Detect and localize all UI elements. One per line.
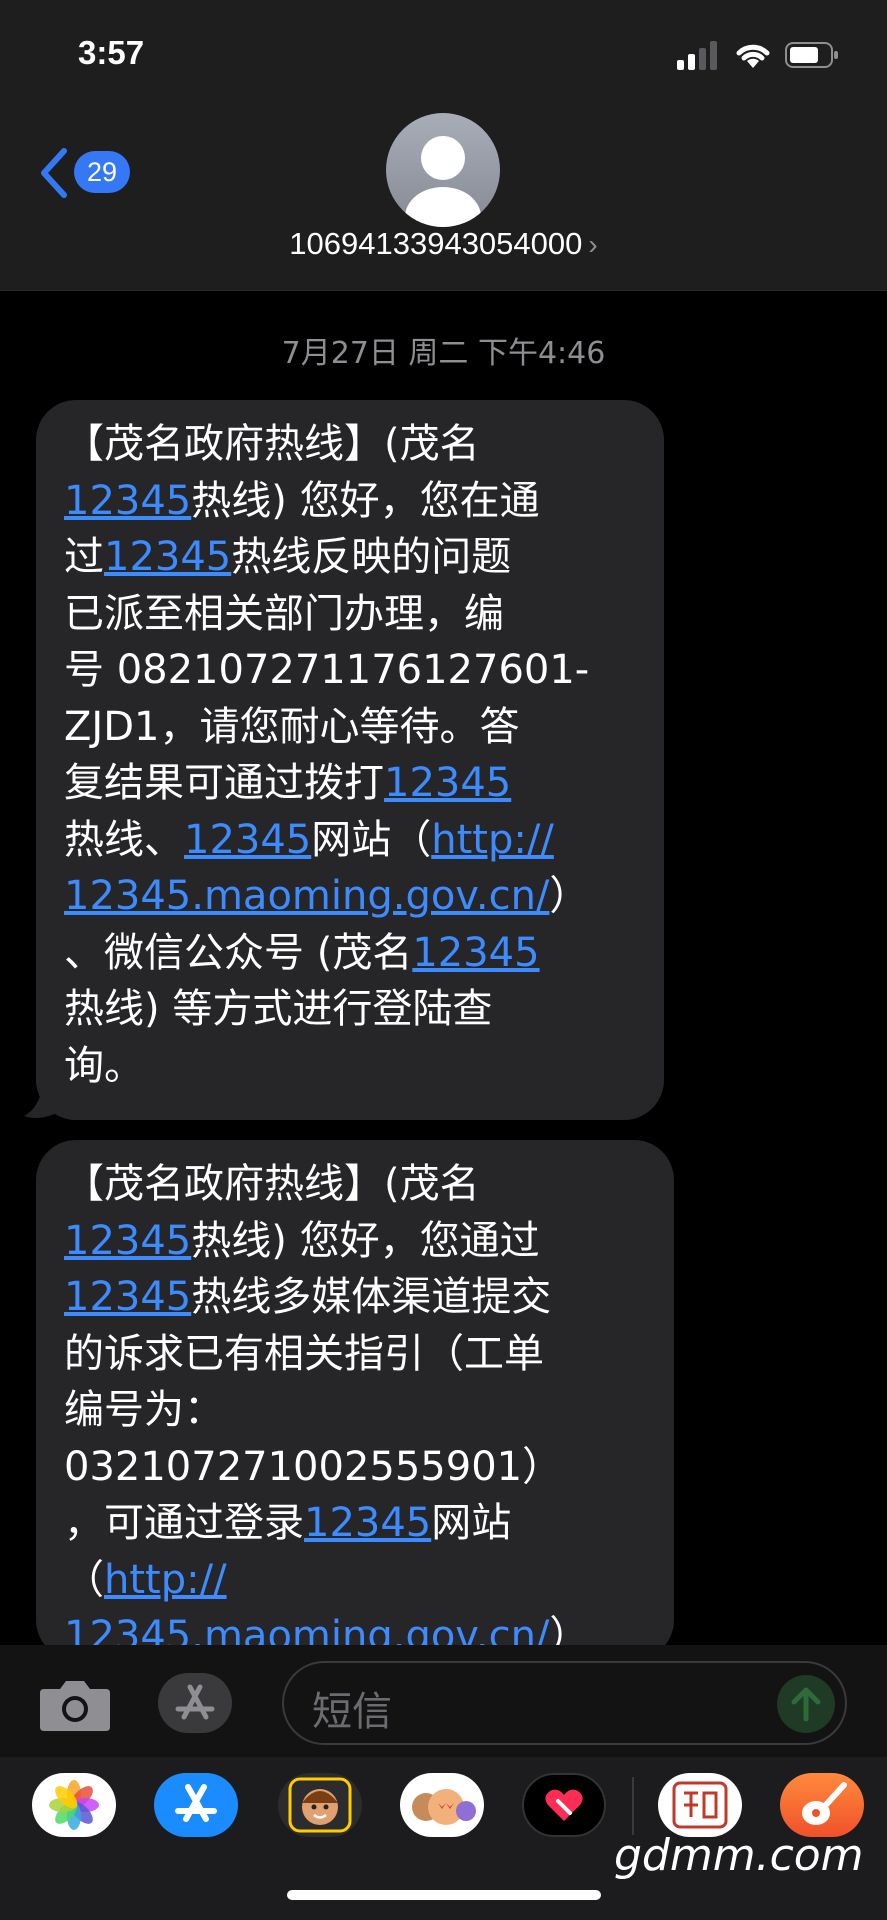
phone-link[interactable]: 12345 <box>64 478 191 524</box>
app-store-icon <box>175 1684 215 1720</box>
message-bubble[interactable]: 【茂名政府热线】(茂名 12345热线) 您好，您在通 过12345热线反映的问… <box>36 400 664 1120</box>
conversation-header: 3:57 29 10694133943054000 › <box>0 0 887 291</box>
back-button[interactable]: 29 <box>38 143 138 199</box>
message-bubble[interactable]: 【茂名政府热线】(茂名 12345热线) 您好，您通过 12345热线多媒体渠道… <box>36 1140 674 1660</box>
status-time: 3:57 <box>78 34 145 71</box>
status-icons <box>677 40 847 70</box>
phone-link[interactable]: 12345 <box>104 534 231 580</box>
phone-link[interactable]: 12345 <box>384 760 511 806</box>
seal-app-icon[interactable] <box>658 1773 742 1837</box>
phone-link[interactable]: 12345 <box>412 930 539 976</box>
contact-name-button[interactable]: 10694133943054000 › <box>0 226 887 262</box>
cellular-signal-icon <box>677 41 717 70</box>
phone-link[interactable]: 12345 <box>64 1274 191 1320</box>
battery-icon <box>785 42 838 68</box>
phone-link[interactable]: 12345 <box>304 1500 431 1546</box>
animoji-icon[interactable] <box>400 1773 484 1837</box>
wifi-icon <box>736 44 770 68</box>
send-button[interactable] <box>777 1675 835 1733</box>
camera-icon[interactable] <box>38 1675 112 1733</box>
home-indicator[interactable] <box>287 1890 601 1900</box>
contact-avatar[interactable] <box>386 113 500 227</box>
app-drawer-divider <box>632 1777 634 1835</box>
message-input-placeholder: 短信 <box>312 1689 392 1735</box>
message-input[interactable]: 短信 <box>282 1661 847 1745</box>
person-icon <box>405 136 481 227</box>
memoji-icon[interactable] <box>278 1773 362 1837</box>
message-composer: 短信 <box>0 1645 887 1757</box>
message-timestamp: 7月27日 周二 下午4:46 <box>281 336 606 371</box>
watermark: gdmm.com <box>614 1830 864 1881</box>
url-link[interactable]: http:// 12345.maoming.gov.cn/ <box>64 1557 549 1660</box>
phone-link[interactable]: 12345 <box>184 817 311 863</box>
digital-touch-icon[interactable] <box>522 1773 606 1837</box>
photos-icon[interactable] <box>32 1773 116 1837</box>
app-store-button[interactable] <box>158 1673 232 1733</box>
phone-link[interactable]: 12345 <box>64 1218 191 1264</box>
bubble-tail <box>24 1080 62 1118</box>
unread-count-badge: 29 <box>74 151 130 193</box>
contact-number: 10694133943054000 <box>289 226 583 261</box>
arrow-up-icon <box>791 1687 821 1722</box>
garageband-icon[interactable] <box>780 1773 864 1837</box>
app-store-icon[interactable] <box>154 1773 238 1837</box>
chevron-right-icon: › <box>588 229 598 260</box>
chevron-left-icon <box>41 148 67 198</box>
